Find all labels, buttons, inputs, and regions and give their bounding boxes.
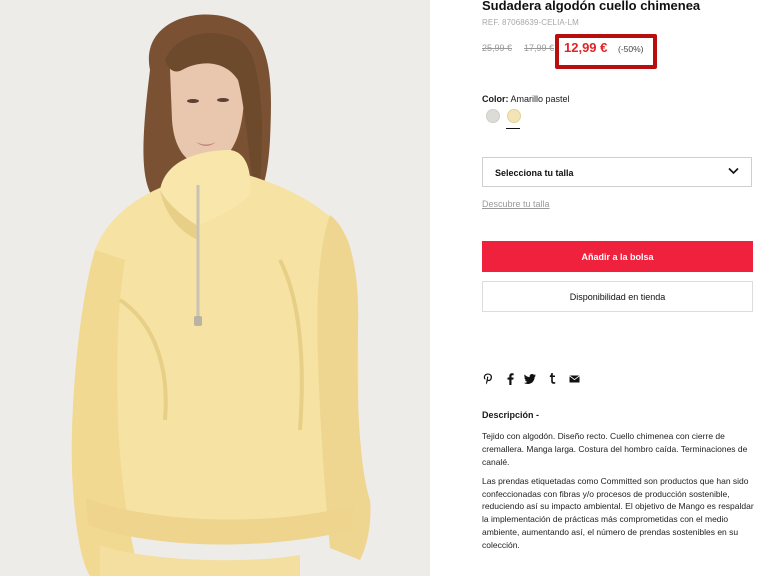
product-photo[interactable] — [0, 0, 430, 576]
price-row: 25,99 € 17,99 € 12,99 € (-50%) — [482, 34, 754, 69]
email-icon[interactable] — [568, 372, 580, 385]
color-value: Amarillo pastel — [510, 94, 570, 104]
discount-badge: (-50%) — [618, 44, 644, 54]
chevron-down-icon — [728, 167, 739, 175]
current-price: 12,99 € — [564, 40, 608, 55]
size-select[interactable]: Selecciona tu talla — [482, 157, 752, 187]
facebook-icon[interactable] — [504, 372, 516, 385]
product-title: Sudadera algodón cuello chimenea — [482, 0, 701, 13]
model-illustration — [0, 0, 430, 576]
size-select-label: Selecciona tu talla — [495, 168, 574, 178]
description-heading[interactable]: Descripción - — [482, 410, 539, 420]
color-label: Color: — [482, 94, 509, 104]
store-availability-button[interactable]: Disponibilidad en tienda — [482, 281, 753, 312]
add-to-bag-button[interactable]: Añadir a la bolsa — [482, 241, 753, 272]
selected-swatch-indicator — [506, 128, 520, 129]
twitter-icon[interactable] — [524, 372, 536, 385]
pinterest-icon[interactable] — [482, 372, 494, 385]
size-guide-link[interactable]: Descubre tu talla — [482, 199, 550, 209]
tumblr-icon[interactable] — [546, 372, 558, 385]
product-reference: REF. 87068639-CELIA-LM — [482, 18, 579, 27]
sustainability-paragraph: Las prendas etiquetadas como Committed s… — [482, 476, 754, 550]
color-selection-label: Color: Amarillo pastel — [482, 94, 570, 104]
original-price: 25,99 € — [482, 43, 513, 53]
color-swatch-grey[interactable] — [486, 109, 500, 123]
description-paragraph: Tejido con algodón. Diseño recto. Cuello… — [482, 431, 748, 467]
color-swatch-yellow[interactable] — [507, 109, 521, 123]
previous-price: 17,99 € — [524, 43, 555, 53]
